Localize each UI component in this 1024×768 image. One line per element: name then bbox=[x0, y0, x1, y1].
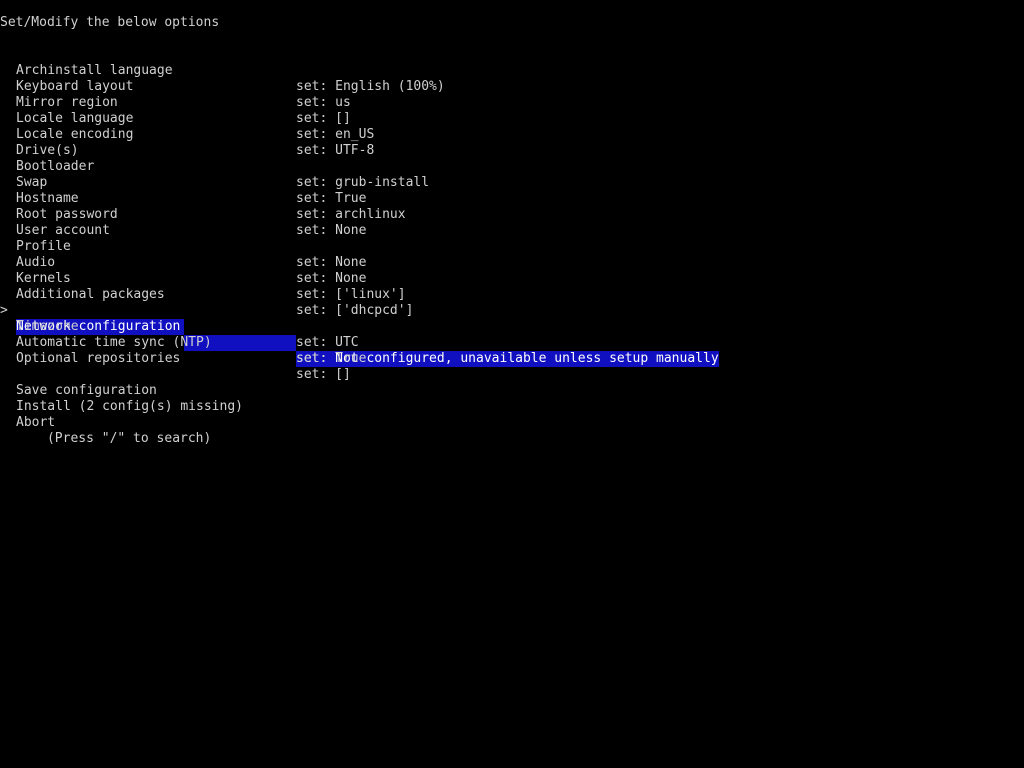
option-root-password[interactable]: Root password set: None bbox=[0, 191, 1024, 238]
action-abort[interactable]: Abort bbox=[0, 399, 1024, 430]
menu-title: Set/Modify the below options bbox=[0, 15, 220, 30]
option-hostname[interactable]: Hostname set: archlinux bbox=[0, 175, 1024, 222]
option-additional-packages[interactable]: Additional packages set: ['dhcpcd'] bbox=[0, 271, 1024, 318]
action-save-configuration[interactable]: Save configuration bbox=[0, 367, 1024, 398]
search-hint: (Press "/" to search) bbox=[0, 415, 1024, 446]
option-bootloader[interactable]: Bootloader set: grub-install bbox=[0, 143, 1024, 190]
option-user-account[interactable]: User account bbox=[0, 207, 1024, 238]
option-locale-language[interactable]: Locale language set: en_US bbox=[0, 95, 1024, 142]
options-menu: Archinstall language set: English (100%)… bbox=[0, 47, 1024, 446]
option-network-configuration[interactable]: > Network configuration set: Not configu… bbox=[0, 287, 1024, 367]
terminal-screen: Set/Modify the below options Archinstall… bbox=[0, 0, 1024, 768]
option-kernels[interactable]: Kernels set: ['linux'] bbox=[0, 255, 1024, 302]
option-profile[interactable]: Profile set: None bbox=[0, 223, 1024, 270]
option-label: Optional repositories bbox=[16, 351, 181, 366]
option-swap[interactable]: Swap set: True bbox=[0, 159, 1024, 206]
option-archinstall-language[interactable]: Archinstall language set: English (100%) bbox=[0, 47, 1024, 94]
action-install[interactable]: Install (2 config(s) missing) bbox=[0, 383, 1024, 414]
option-optional-repositories[interactable]: Optional repositories set: [] bbox=[0, 335, 1024, 382]
option-value: set: True bbox=[296, 351, 367, 366]
option-automatic-time-sync[interactable]: Automatic time sync (NTP) set: True bbox=[0, 319, 1024, 366]
option-mirror-region[interactable]: Mirror region set: [] bbox=[0, 79, 1024, 126]
search-hint-text: (Press "/" to search) bbox=[46, 431, 212, 446]
option-timezone[interactable]: Timezone set: UTC bbox=[0, 303, 1024, 350]
option-audio[interactable]: Audio set: None bbox=[0, 239, 1024, 286]
option-locale-encoding[interactable]: Locale encoding set: UTF-8 bbox=[0, 111, 1024, 158]
option-drives[interactable]: Drive(s) bbox=[0, 127, 1024, 158]
option-keyboard-layout[interactable]: Keyboard layout set: us bbox=[0, 63, 1024, 110]
